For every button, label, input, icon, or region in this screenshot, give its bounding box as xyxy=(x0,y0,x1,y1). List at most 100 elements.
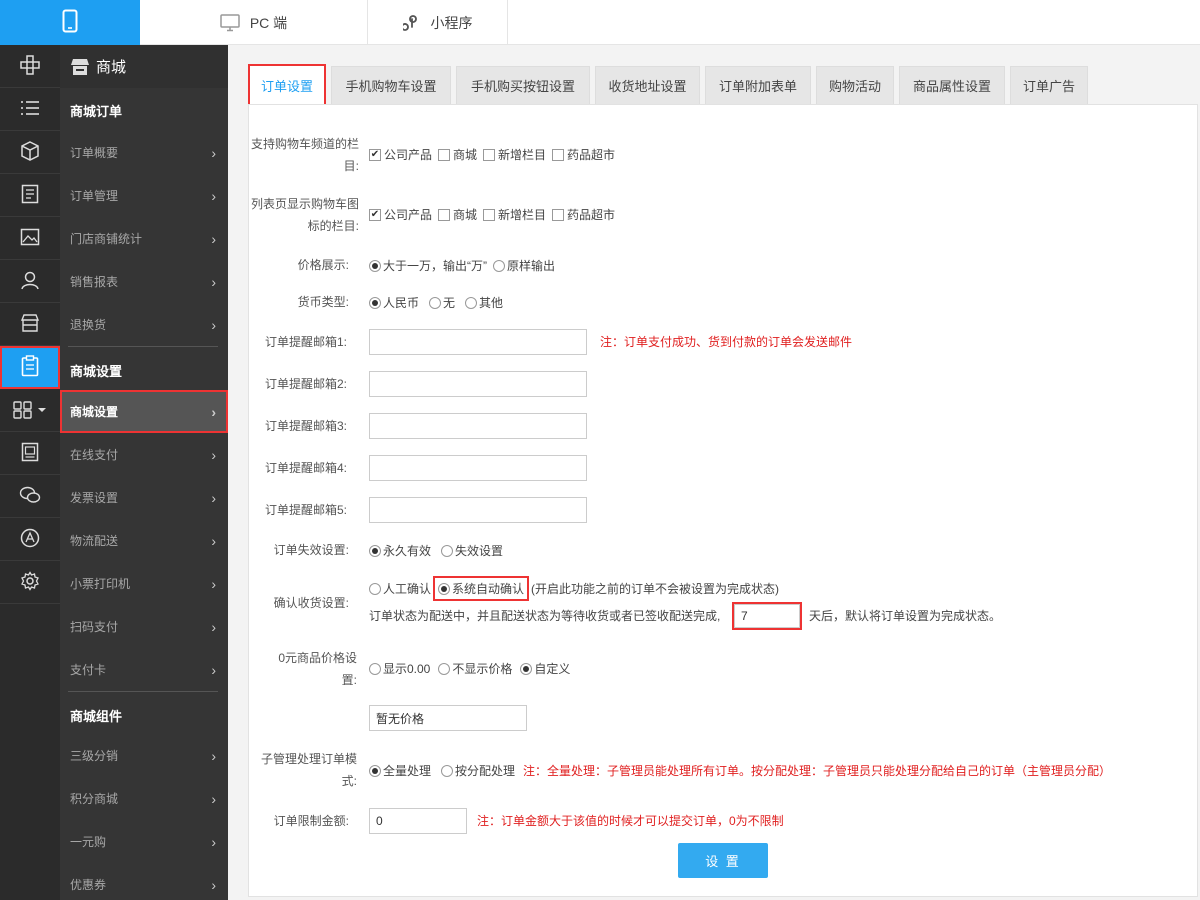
sidebar-item-distribution[interactable]: 三级分销 › xyxy=(60,734,228,777)
zero-price-option[interactable]: 不显示价格 xyxy=(438,660,512,677)
limit-amount-input[interactable] xyxy=(369,808,467,834)
sidebar-item-invoice[interactable]: 发票设置 › xyxy=(60,476,228,519)
rail-picture[interactable] xyxy=(0,432,60,475)
list-cart-option[interactable]: 药品超市 xyxy=(552,206,615,223)
rail-user[interactable] xyxy=(0,260,60,303)
radio[interactable] xyxy=(493,259,505,272)
tab-mobile-cart[interactable]: 手机购物车设置 xyxy=(331,66,451,104)
radio[interactable] xyxy=(441,764,454,777)
confirm-label: 确认收货设置: xyxy=(273,596,349,610)
rail-apps[interactable] xyxy=(0,389,60,432)
zero-price-option[interactable]: 显示0.00 xyxy=(369,660,430,677)
sidebar-item-logistics[interactable]: 物流配送 › xyxy=(60,519,228,562)
confirm-option-auto[interactable]: 系统自动确认 xyxy=(433,576,530,601)
rail-document[interactable] xyxy=(0,174,60,217)
tab-attributes[interactable]: 商品属性设置 xyxy=(899,66,1005,104)
sidebar-item-coupon[interactable]: 优惠券 › xyxy=(60,863,228,900)
divider xyxy=(68,346,218,347)
email-3-input[interactable] xyxy=(369,413,587,439)
checkbox[interactable] xyxy=(483,208,496,221)
tab-order-form[interactable]: 订单附加表单 xyxy=(705,66,811,104)
confirm-option[interactable]: 人工确认 xyxy=(369,580,431,597)
radio-selected[interactable] xyxy=(369,296,381,309)
expire-option[interactable]: 永久有效 xyxy=(369,542,431,559)
email-4-input[interactable] xyxy=(369,455,587,481)
sidebar-item-order-overview[interactable]: 订单概要 › xyxy=(60,131,228,174)
rail-box[interactable] xyxy=(0,131,60,174)
checkbox[interactable] xyxy=(552,148,565,161)
mini-program-icon xyxy=(402,14,421,32)
checkbox-checked[interactable]: ✔ xyxy=(369,208,381,221)
email-2-input[interactable] xyxy=(369,371,587,397)
sidebar-item-online-pay[interactable]: 在线支付 › xyxy=(60,433,228,476)
rail-plugin[interactable] xyxy=(0,45,60,88)
radio-selected[interactable] xyxy=(369,544,381,557)
cart-channel-option[interactable]: 新增栏目 xyxy=(483,146,546,163)
sub-admin-option[interactable]: 全量处理 xyxy=(369,762,431,779)
radio-selected[interactable] xyxy=(369,764,381,777)
mobile-tab[interactable] xyxy=(0,0,140,45)
rail-list[interactable] xyxy=(0,88,60,131)
tab-order-ad[interactable]: 订单广告 xyxy=(1010,66,1088,104)
rail-wechat[interactable] xyxy=(0,475,60,518)
currency-option[interactable]: 人民币 xyxy=(369,294,419,311)
sidebar-item-mall-settings[interactable]: 商城设置 › xyxy=(60,390,228,433)
rail-appstore[interactable] xyxy=(0,518,60,561)
checkbox-checked[interactable]: ✔ xyxy=(369,148,381,161)
expire-options: 永久有效 失效设置 xyxy=(369,542,509,559)
sidebar-item-store-stats[interactable]: 门店商铺统计 › xyxy=(60,217,228,260)
radio[interactable] xyxy=(429,296,442,309)
list-cart-option[interactable]: 商城 xyxy=(438,206,477,223)
expire-option[interactable]: 失效设置 xyxy=(441,542,503,559)
pc-tab[interactable]: PC 端 xyxy=(140,0,368,45)
email-5-input[interactable] xyxy=(369,497,587,523)
checkbox[interactable] xyxy=(483,148,496,161)
cart-channel-option[interactable]: 商城 xyxy=(438,146,477,163)
zero-price-option[interactable]: 自定义 xyxy=(520,660,570,677)
checkbox[interactable] xyxy=(438,208,451,221)
sidebar-item-printer[interactable]: 小票打印机 › xyxy=(60,562,228,605)
checkbox[interactable] xyxy=(552,208,565,221)
cart-channel-option[interactable]: ✔ 公司产品 xyxy=(369,146,432,163)
custom-price-input[interactable] xyxy=(369,705,527,731)
price-option[interactable]: 原样输出 xyxy=(493,257,555,274)
submit-settings-button[interactable]: 设 置 xyxy=(678,843,768,878)
mini-program-tab[interactable]: 小程序 xyxy=(368,0,508,45)
tab-activity[interactable]: 购物活动 xyxy=(816,66,894,104)
sidebar-item-scan-pay[interactable]: 扫码支付 › xyxy=(60,605,228,648)
sidebar-item-points-mall[interactable]: 积分商城 › xyxy=(60,777,228,820)
sidebar-item-pay-card[interactable]: 支付卡 › xyxy=(60,648,228,691)
price-option[interactable]: 大于一万，输出“万” xyxy=(369,257,487,274)
radio-selected[interactable] xyxy=(438,582,451,595)
email-4-label: 订单提醒邮箱4: xyxy=(264,461,347,475)
list-cart-option[interactable]: 新增栏目 xyxy=(483,206,546,223)
radio-selected[interactable] xyxy=(520,662,533,675)
radio[interactable] xyxy=(441,544,454,557)
radio[interactable] xyxy=(369,662,381,675)
rail-image[interactable] xyxy=(0,217,60,260)
tab-mobile-buy-button[interactable]: 手机购买按钮设置 xyxy=(456,66,590,104)
radio[interactable] xyxy=(465,296,478,309)
rail-clipboard[interactable] xyxy=(0,346,60,389)
sidebar-item-sales-report[interactable]: 销售报表 › xyxy=(60,260,228,303)
currency-option[interactable]: 无 xyxy=(429,294,455,311)
auto-confirm-days-input[interactable] xyxy=(732,602,802,630)
radio[interactable] xyxy=(369,582,381,595)
radio-selected[interactable] xyxy=(369,259,381,272)
sub-admin-option[interactable]: 按分配处理 xyxy=(441,762,515,779)
chevron-right-icon: › xyxy=(211,790,216,807)
rail-store[interactable] xyxy=(0,303,60,346)
checkbox[interactable] xyxy=(438,148,451,161)
email-1-input[interactable] xyxy=(369,329,587,355)
radio[interactable] xyxy=(438,662,451,675)
sidebar-item-returns[interactable]: 退换货 › xyxy=(60,303,228,346)
sidebar-item-order-manage[interactable]: 订单管理 › xyxy=(60,174,228,217)
price-display-label: 价格展示: xyxy=(297,258,349,272)
tab-address[interactable]: 收货地址设置 xyxy=(595,66,700,104)
currency-option[interactable]: 其他 xyxy=(465,294,503,311)
list-cart-option[interactable]: ✔ 公司产品 xyxy=(369,206,432,223)
sidebar-item-one-yuan[interactable]: 一元购 › xyxy=(60,820,228,863)
rail-settings[interactable] xyxy=(0,561,60,604)
cart-channel-option[interactable]: 药品超市 xyxy=(552,146,615,163)
tab-order-settings[interactable]: 订单设置 xyxy=(248,64,326,106)
